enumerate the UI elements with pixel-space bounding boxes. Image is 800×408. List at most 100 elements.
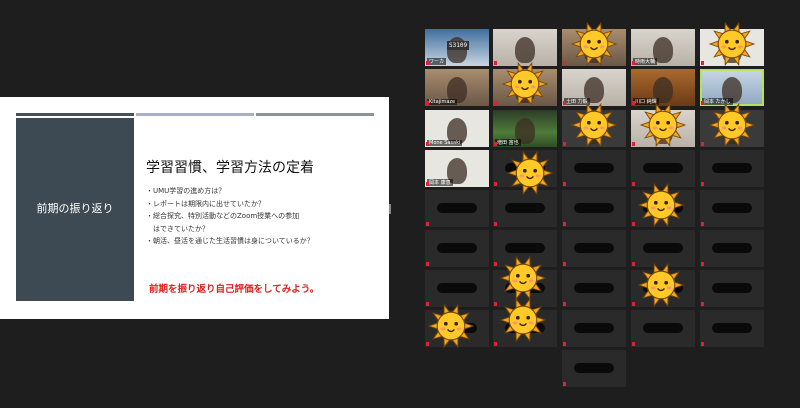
- participant-tile[interactable]: [493, 190, 557, 227]
- slide-bullet: ・UMU学習の進め方は？: [146, 187, 226, 195]
- muted-mic-icon: [701, 182, 704, 186]
- split-divider-handle[interactable]: [389, 204, 391, 214]
- muted-mic-icon: [701, 61, 704, 65]
- slide-header-bar: [16, 113, 134, 116]
- redaction-mark: [643, 283, 683, 293]
- participant-tile[interactable]: [493, 270, 557, 307]
- participant-video: [515, 77, 535, 103]
- participant-tile[interactable]: [631, 310, 695, 347]
- muted-mic-icon: [426, 182, 429, 186]
- muted-mic-icon: [426, 61, 429, 65]
- muted-mic-icon: [701, 222, 704, 226]
- shared-screen-slide: 前期の振り返り 学習習慣、学習方法の定着 ・UMU学習の進め方は？ ・レポートは…: [0, 97, 389, 319]
- participant-tile[interactable]: 川口 純輝: [631, 69, 695, 106]
- muted-mic-icon: [494, 142, 497, 146]
- participant-tile[interactable]: [493, 230, 557, 267]
- muted-mic-icon: [563, 262, 566, 266]
- participant-tile[interactable]: [493, 69, 557, 106]
- redaction-mark: [505, 283, 545, 293]
- muted-mic-icon: [494, 262, 497, 266]
- muted-mic-icon: [701, 302, 704, 306]
- participant-tile[interactable]: [700, 150, 764, 187]
- participant-tile[interactable]: [700, 230, 764, 267]
- redaction-mark: [712, 203, 752, 213]
- participant-tile[interactable]: [631, 150, 695, 187]
- muted-mic-icon: [563, 342, 566, 346]
- participant-tile[interactable]: [493, 29, 557, 66]
- muted-mic-icon: [701, 101, 704, 105]
- participant-tile[interactable]: [562, 350, 626, 387]
- redaction-mark: [574, 243, 614, 253]
- redaction-mark: [574, 163, 614, 173]
- participant-tile[interactable]: [493, 150, 557, 187]
- participant-tile[interactable]: 岡本 たかし: [700, 69, 764, 106]
- participant-tile[interactable]: [493, 310, 557, 347]
- participant-tile[interactable]: 時雨大輔: [631, 29, 695, 66]
- participant-tile[interactable]: [425, 270, 489, 307]
- participant-tile[interactable]: [562, 150, 626, 187]
- muted-mic-icon: [563, 182, 566, 186]
- participant-tile[interactable]: [700, 190, 764, 227]
- participant-tile[interactable]: 増田 宙也: [493, 110, 557, 147]
- participant-tile[interactable]: [425, 190, 489, 227]
- participant-tile[interactable]: [562, 230, 626, 267]
- participant-tile[interactable]: Mone Sasaki: [425, 110, 489, 147]
- participant-tile[interactable]: 土田 力毅: [562, 69, 626, 106]
- muted-mic-icon: [632, 101, 635, 105]
- muted-mic-icon: [563, 382, 566, 386]
- muted-mic-icon: [494, 222, 497, 226]
- participant-tile[interactable]: 岡本 康恵: [425, 150, 489, 187]
- muted-mic-icon: [563, 302, 566, 306]
- muted-mic-icon: [632, 182, 635, 186]
- participant-tile[interactable]: [700, 270, 764, 307]
- redaction-mark: [643, 163, 683, 173]
- participant-tile[interactable]: S3109 ワーカ: [425, 29, 489, 66]
- participant-tile[interactable]: [700, 29, 764, 66]
- participant-tile[interactable]: [562, 110, 626, 147]
- slide-side-panel: 前期の振り返り: [16, 118, 134, 301]
- slide-side-label: 前期の振り返り: [36, 202, 114, 215]
- participant-tile[interactable]: [631, 110, 695, 147]
- muted-mic-icon: [494, 182, 497, 186]
- slide-header-bar: [256, 113, 374, 116]
- muted-mic-icon: [426, 142, 429, 146]
- redaction-mark: [712, 243, 752, 253]
- redaction-mark: [574, 323, 614, 333]
- participant-tile[interactable]: [425, 230, 489, 267]
- slide-bullet: ・総合探究、特別活動などのZoom授業への参加: [146, 212, 300, 220]
- slide-callout: 前期を振り返り自己評価をしてみよう。: [149, 284, 320, 295]
- participant-tile[interactable]: [631, 230, 695, 267]
- muted-mic-icon: [494, 302, 497, 306]
- slide-bullet: はできていたか？: [146, 224, 209, 233]
- participant-tile[interactable]: [562, 310, 626, 347]
- participant-video: [515, 37, 535, 63]
- participant-video: [653, 118, 673, 144]
- participant-video: [584, 37, 604, 63]
- participant-tile[interactable]: [631, 270, 695, 307]
- redaction-mark: [574, 203, 614, 213]
- participant-video: [584, 118, 604, 144]
- redaction-mark: [505, 243, 545, 253]
- redaction-mark: [505, 323, 545, 333]
- participant-tile[interactable]: [425, 310, 489, 347]
- participant-tile[interactable]: [562, 29, 626, 66]
- participant-tile[interactable]: [562, 270, 626, 307]
- muted-mic-icon: [701, 142, 704, 146]
- redaction-mark: [712, 163, 752, 173]
- redaction-mark: [437, 243, 477, 253]
- muted-mic-icon: [632, 302, 635, 306]
- muted-mic-icon: [563, 142, 566, 146]
- participant-name: 時雨大輔: [633, 58, 658, 65]
- redaction-mark: [574, 283, 614, 293]
- participant-tile[interactable]: [700, 310, 764, 347]
- participant-tile[interactable]: [700, 110, 764, 147]
- participant-tile[interactable]: Kitajimaze: [425, 69, 489, 106]
- participant-tile[interactable]: [562, 190, 626, 227]
- participant-tile[interactable]: [631, 190, 695, 227]
- participant-name: Mone Sasaki: [427, 140, 463, 146]
- muted-mic-icon: [632, 61, 635, 65]
- redaction-mark: [643, 203, 683, 213]
- muted-mic-icon: [632, 142, 635, 146]
- redaction-mark: [712, 283, 752, 293]
- slide-bullet: ・朝活、昼活を通じた生活習慣は身についているか？: [146, 237, 314, 245]
